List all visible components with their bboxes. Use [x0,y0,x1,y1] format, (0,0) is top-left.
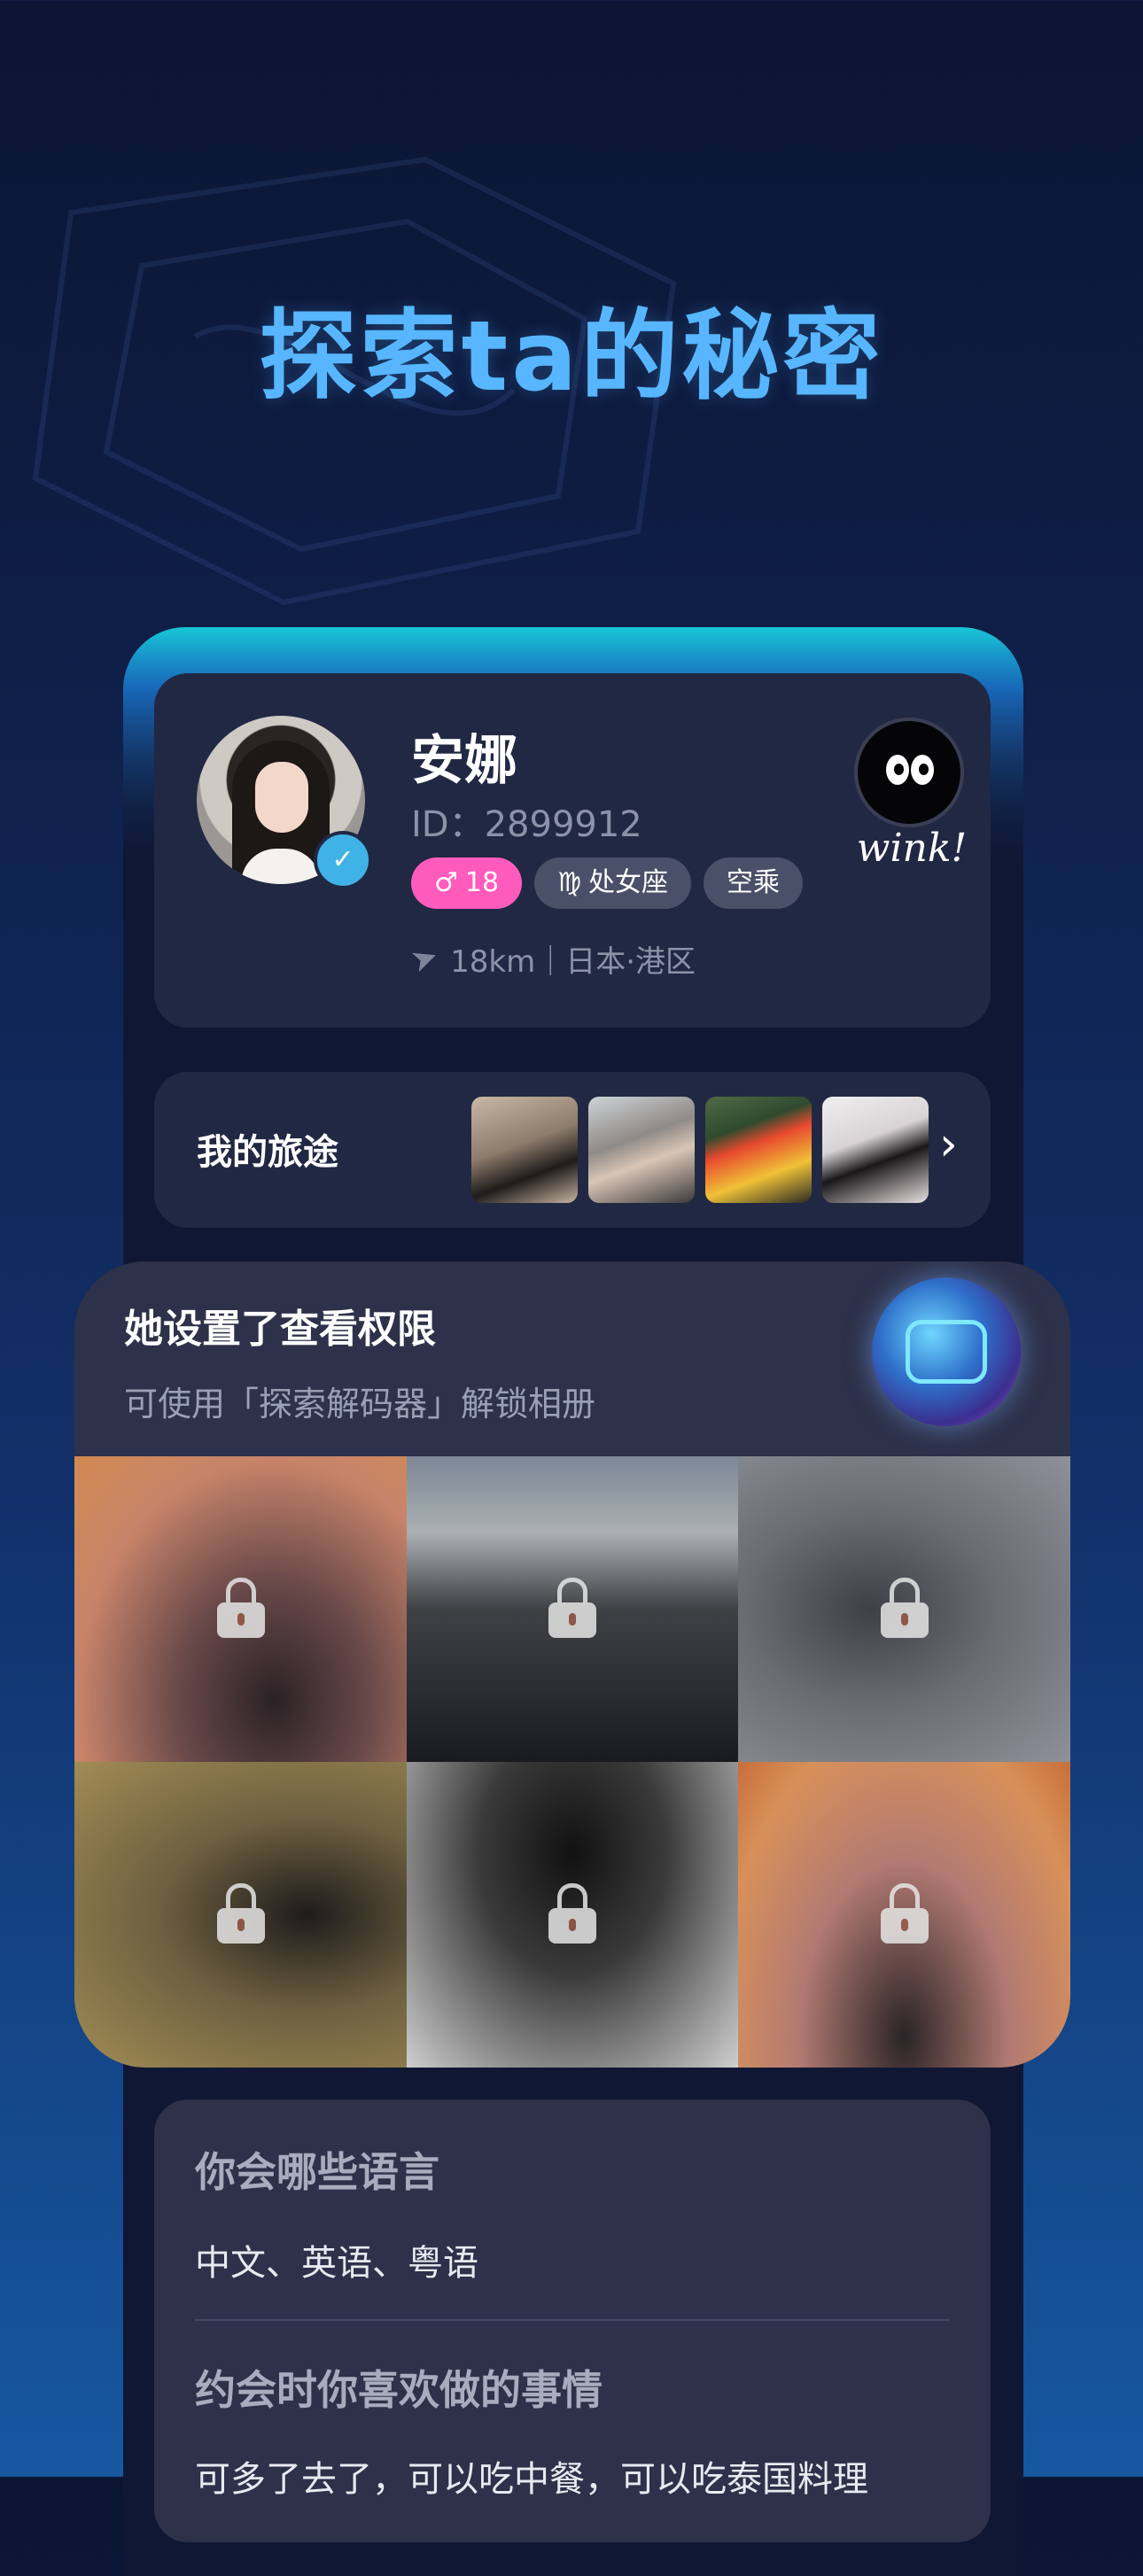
eye-icon [886,755,909,785]
qa-card: 你会哪些语言 中文、英语、粤语 约会时你喜欢做的事情 可多了去了，可以吃中餐，可… [154,2099,991,2542]
chevron-right-icon[interactable]: › [939,1118,958,1171]
qa-question: 约会时你喜欢做的事情 [195,2366,603,2414]
locked-photo[interactable] [738,1456,1070,1762]
age-tag: ♂ 18 [411,857,523,909]
album-subtitle: 可使用「探索解码器」解锁相册 [124,1385,596,1424]
profile-name: 安娜 [411,730,517,792]
locked-photo[interactable] [407,1456,738,1762]
qa-answer: 中文、英语、粤语 [195,2243,478,2284]
wink-label[interactable]: wink! [854,826,969,871]
lock-icon [880,1882,929,1944]
lock-icon [548,1882,596,1944]
locked-photo[interactable] [407,1762,738,2068]
album-title: 她设置了查看权限 [124,1307,436,1352]
lock-icon [216,1882,265,1944]
lock-icon [880,1577,929,1638]
divider [195,2319,950,2321]
locked-album-card: 她设置了查看权限 可使用「探索解码器」解锁相册 [74,1261,1070,2068]
trip-photo[interactable] [822,1097,929,1203]
lock-icon [216,1577,265,1638]
verified-icon: ✓ [314,831,372,889]
locked-photo[interactable] [74,1456,407,1762]
occupation-tag: 空乘 [704,857,803,909]
profile-id: ID：2899912 [411,804,642,845]
virgo-icon: ♍ [557,867,581,898]
trip-photo[interactable] [588,1097,695,1203]
location-row: ➤ 18km｜日本·港区 [406,937,696,981]
trip-thumbnails [471,1097,929,1203]
profile-tags: ♂ 18 ♍ 处女座 空乘 [411,857,803,909]
trip-card[interactable]: 我的旅途 › [154,1072,991,1228]
locked-photo-grid [74,1456,1070,2068]
trip-photo[interactable] [471,1097,578,1203]
trip-photo[interactable] [705,1097,812,1203]
lock-icon [548,1577,596,1638]
location-arrow-icon: ➤ [405,937,444,981]
locked-photo[interactable] [74,1762,407,2068]
eye-icon [911,755,934,785]
profile-card[interactable]: ✓ 安娜 ID：2899912 ♂ 18 ♍ 处女座 空乘 ➤ 18km｜日本·港区… [154,673,991,1028]
wink-button[interactable] [854,718,964,827]
location-text: 18km｜日本·港区 [450,944,696,980]
locked-photo[interactable] [738,1762,1070,2068]
page-headline: 探索ta的秘密 [259,299,884,413]
qa-question: 你会哪些语言 [195,2148,439,2196]
trip-label: 我的旅途 [197,1132,338,1173]
qa-answer: 可多了去了，可以吃中餐，可以吃泰国料理 [195,2459,868,2500]
gender-icon: ♂ [434,867,458,898]
zodiac-tag: ♍ 处女座 [534,857,691,909]
decoder-orb-icon[interactable] [872,1277,1021,1426]
